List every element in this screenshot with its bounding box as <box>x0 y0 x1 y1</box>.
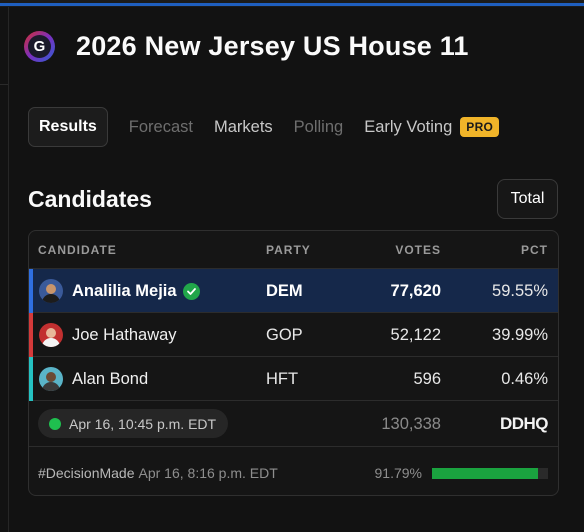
pro-badge: PRO <box>460 117 500 137</box>
ddhq-logo-text: DDHQ <box>499 414 549 433</box>
tab-forecast[interactable]: Forecast <box>129 107 193 147</box>
candidate-name[interactable]: Joe Hathaway <box>72 313 177 357</box>
candidate-pct: 59.55% <box>492 281 548 300</box>
tab-results[interactable]: Results <box>28 107 108 147</box>
table-row[interactable]: Alan Bond HFT 596 0.46% <box>29 357 558 401</box>
reporting-progress-fill <box>432 468 539 479</box>
candidate-name[interactable]: Analilia Mejia <box>72 269 200 313</box>
tab-early-voting-label: Early Voting <box>364 117 453 136</box>
party-color-bar <box>29 269 33 313</box>
live-status-dot-icon <box>49 417 61 430</box>
candidate-name-text: Analilia Mejia <box>72 281 177 300</box>
top-accent-line <box>0 3 584 6</box>
tab-markets[interactable]: Markets <box>214 107 273 147</box>
tab-early-voting[interactable]: Early Voting PRO <box>364 107 500 147</box>
table-row[interactable]: Analilia Mejia DEM 77,620 59.55% <box>29 269 558 313</box>
total-votes: 130,338 <box>381 414 441 433</box>
candidate-party: HFT <box>266 369 299 388</box>
header-pct[interactable]: PCT <box>521 243 548 257</box>
table-header: CANDIDATE PARTY VOTES PCT <box>29 231 558 269</box>
last-updated-text: Apr 16, 10:45 p.m. EDT <box>69 415 217 432</box>
status-row: Apr 16, 10:45 p.m. EDT 130,338 DDHQ <box>29 401 558 447</box>
candidate-name[interactable]: Alan Bond <box>72 357 148 401</box>
candidate-votes: 77,620 <box>390 281 441 300</box>
decision-time: Apr 16, 8:16 p.m. EDT <box>138 465 278 481</box>
candidate-avatar <box>39 323 63 347</box>
ddhq-logo[interactable]: DDHQ <box>499 414 549 434</box>
winner-check-icon <box>182 282 200 300</box>
left-divider-tick <box>0 84 8 85</box>
table-row[interactable]: Joe Hathaway GOP 52,122 39.99% <box>29 313 558 357</box>
logo-letter: G <box>28 34 51 58</box>
page-header: G 2026 New Jersey US House 11 <box>24 24 469 68</box>
decision-info: #DecisionMade Apr 16, 8:16 p.m. EDT <box>38 447 278 495</box>
candidate-pct: 39.99% <box>492 325 548 344</box>
results-table: CANDIDATE PARTY VOTES PCT Analilia Mejia… <box>28 230 559 496</box>
last-updated-pill: Apr 16, 10:45 p.m. EDT <box>38 409 229 438</box>
reporting-progress-bar <box>432 468 548 479</box>
candidate-votes: 596 <box>413 369 441 388</box>
header-party[interactable]: PARTY <box>266 243 311 257</box>
page-title: 2026 New Jersey US House 11 <box>76 30 469 61</box>
tab-polling[interactable]: Polling <box>294 107 344 147</box>
candidate-votes: 52,122 <box>390 325 441 344</box>
candidate-party: DEM <box>266 281 303 300</box>
reporting-percent: 91.79% <box>374 465 422 481</box>
candidate-avatar <box>39 367 63 391</box>
candidate-avatar <box>39 279 63 303</box>
left-divider <box>8 7 9 532</box>
decision-made-label: #DecisionMade <box>38 465 135 481</box>
header-candidate[interactable]: CANDIDATE <box>38 243 117 257</box>
header-votes[interactable]: VOTES <box>395 243 441 257</box>
site-logo-icon[interactable]: G <box>24 30 55 62</box>
party-color-bar <box>29 313 33 357</box>
decision-row: #DecisionMade Apr 16, 8:16 p.m. EDT 91.7… <box>29 447 558 495</box>
candidate-party: GOP <box>266 325 303 344</box>
candidate-pct: 0.46% <box>501 369 548 388</box>
section-title: Candidates <box>28 186 152 212</box>
total-button[interactable]: Total <box>497 179 558 219</box>
party-color-bar <box>29 357 33 401</box>
tab-bar: Results Forecast Markets Polling Early V… <box>28 107 520 147</box>
top-bar <box>0 0 584 7</box>
